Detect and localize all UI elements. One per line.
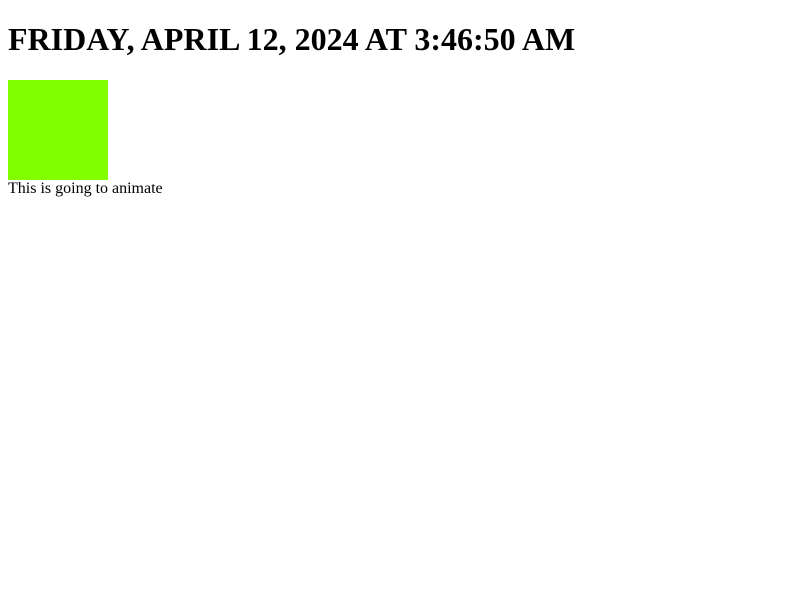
page-content: FRIDAY, APRIL 12, 2024 AT 3:46:50 AM Thi… xyxy=(0,0,800,600)
animation-caption: This is going to animate xyxy=(8,180,163,197)
animated-box xyxy=(8,80,108,180)
datetime-heading: FRIDAY, APRIL 12, 2024 AT 3:46:50 AM xyxy=(8,21,576,57)
